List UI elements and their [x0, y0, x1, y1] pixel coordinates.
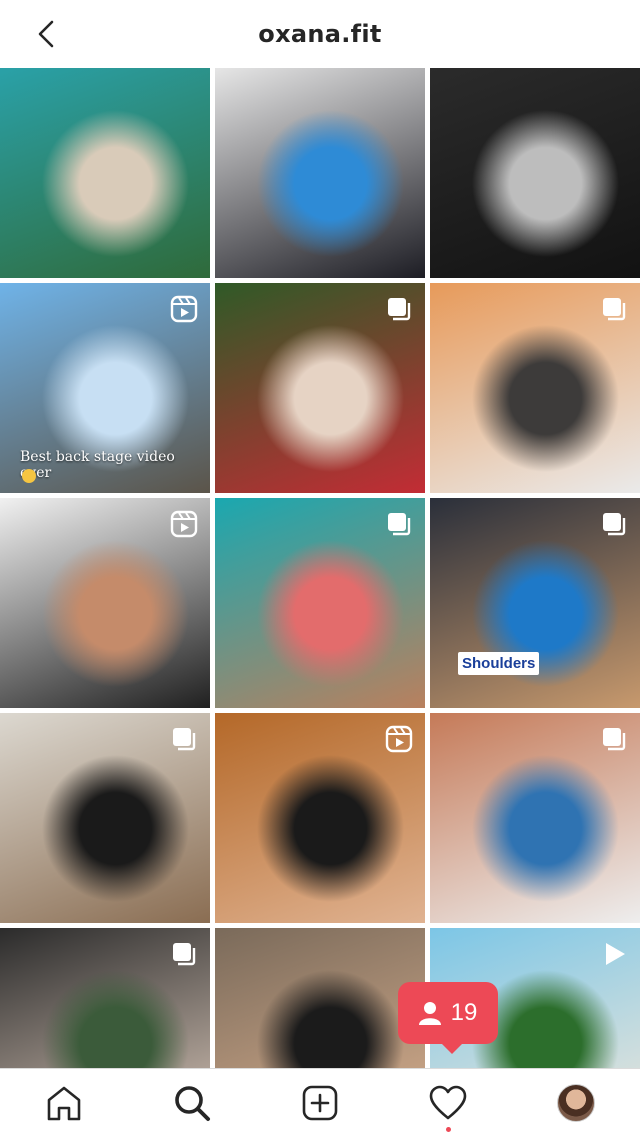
home-icon — [47, 1086, 81, 1121]
search-icon — [175, 1086, 210, 1121]
tab-search[interactable] — [172, 1083, 212, 1123]
carousel-icon — [385, 510, 413, 538]
post-label: Shoulders — [458, 652, 540, 675]
post-tile[interactable] — [215, 68, 425, 278]
person-icon — [418, 1002, 441, 1025]
reel-icon — [170, 510, 198, 538]
tab-activity[interactable] — [428, 1083, 468, 1132]
carousel-icon — [600, 510, 628, 538]
carousel-icon — [600, 295, 628, 323]
post-tile[interactable] — [430, 68, 640, 278]
chevron-left-icon — [38, 20, 54, 48]
post-tile[interactable] — [215, 928, 425, 1068]
post-tile[interactable]: Shoulders — [430, 498, 640, 708]
laughing-emoji-icon — [22, 469, 36, 483]
carousel-icon — [170, 725, 198, 753]
reel-icon — [385, 725, 413, 753]
post-tile[interactable] — [0, 928, 210, 1068]
post-tile[interactable] — [0, 713, 210, 923]
post-tile[interactable]: Best back stage video ever — [0, 283, 210, 493]
reel-icon — [170, 295, 198, 323]
tab-new-post[interactable] — [300, 1083, 340, 1123]
posts-grid: Best back stage video ever Shoulders — [0, 68, 640, 1068]
post-tile[interactable] — [430, 283, 640, 493]
video-icon — [600, 940, 628, 968]
top-bar: oxana.fit — [0, 0, 640, 68]
post-tile[interactable] — [215, 498, 425, 708]
heart-icon — [429, 1085, 467, 1120]
post-caption: Best back stage video ever — [20, 449, 175, 481]
plus-square-icon — [302, 1085, 338, 1121]
carousel-icon — [170, 940, 198, 968]
post-tile[interactable] — [0, 498, 210, 708]
activity-dot — [446, 1127, 451, 1132]
post-tile[interactable] — [0, 68, 210, 278]
carousel-icon — [385, 295, 413, 323]
post-tile[interactable] — [215, 713, 425, 923]
carousel-icon — [600, 725, 628, 753]
profile-username: oxana.fit — [258, 20, 382, 48]
post-tile[interactable] — [430, 713, 640, 923]
bottom-tab-bar — [0, 1068, 640, 1138]
tab-profile[interactable] — [556, 1083, 596, 1123]
avatar — [557, 1084, 595, 1122]
tab-home[interactable] — [44, 1083, 84, 1123]
post-tile[interactable] — [215, 283, 425, 493]
notification-count: 19 — [450, 999, 478, 1026]
back-button[interactable] — [30, 18, 62, 50]
followers-notification[interactable]: 19 — [398, 982, 498, 1054]
